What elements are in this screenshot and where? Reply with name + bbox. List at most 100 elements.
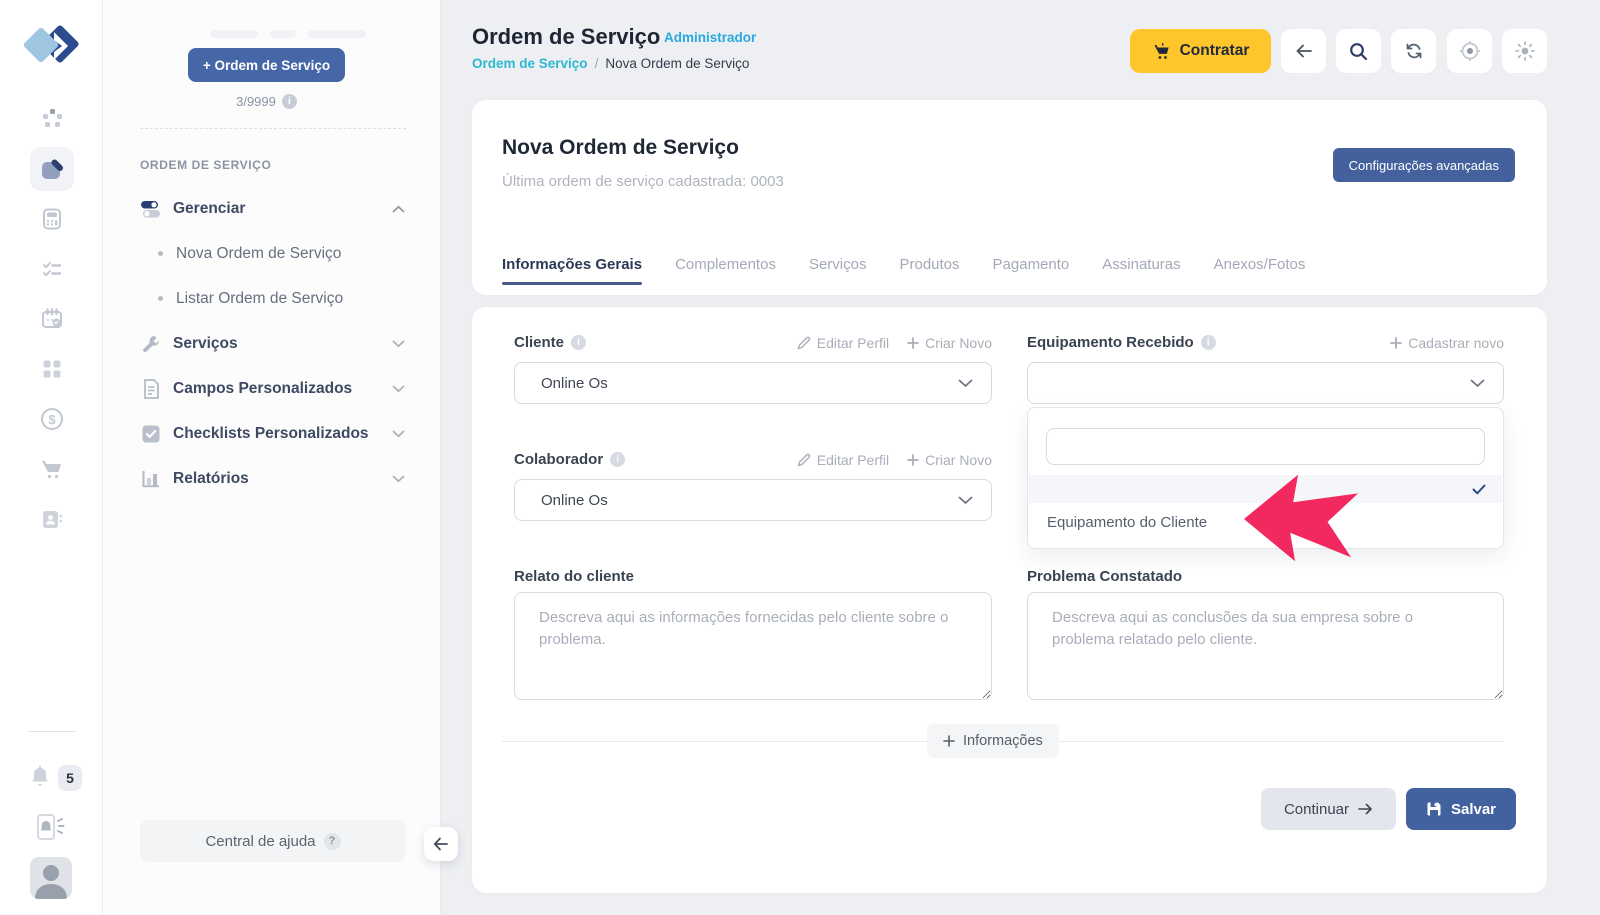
- chevron-down-icon[interactable]: [392, 425, 405, 443]
- refresh-button[interactable]: [1391, 29, 1436, 73]
- card-title: Nova Ordem de Serviço: [502, 136, 739, 160]
- info-icon[interactable]: i: [282, 94, 297, 109]
- relato-textarea[interactable]: [514, 592, 992, 700]
- colaborador-value: Online Os: [541, 492, 958, 509]
- breadcrumb: Ordem de Serviço / Nova Ordem de Serviço: [472, 56, 749, 71]
- theme-button[interactable]: [1502, 29, 1547, 73]
- more-info-button[interactable]: Informações: [927, 724, 1059, 758]
- info-icon[interactable]: i: [571, 335, 586, 350]
- rail-item-finance[interactable]: $: [30, 397, 74, 441]
- save-button[interactable]: Salvar: [1406, 788, 1516, 830]
- sidebar-item-label: Checklists Personalizados: [173, 425, 369, 443]
- sidebar-section-title: ORDEM DE SERVIÇO: [140, 158, 271, 172]
- tab-pagamento[interactable]: Pagamento: [993, 243, 1070, 285]
- rail-divider: [28, 731, 76, 732]
- breadcrumb-current: Nova Ordem de Serviço: [605, 56, 749, 71]
- sidebar-item-campos-personalizados[interactable]: Campos Personalizados: [103, 366, 441, 411]
- sidebar-item-relatorios[interactable]: Relatórios: [103, 456, 441, 501]
- order-header-card: Nova Ordem de Serviço Última ordem de se…: [472, 100, 1547, 295]
- dropdown-selected-empty-option[interactable]: [1029, 475, 1502, 503]
- tab-complementos[interactable]: Complementos: [675, 243, 776, 285]
- chevron-down-icon[interactable]: [392, 470, 405, 488]
- order-form-card: Cliente i Editar Perfil Criar Novo Onlin…: [472, 307, 1547, 893]
- rail-item-sales[interactable]: [30, 447, 74, 491]
- cliente-value: Online Os: [541, 375, 958, 392]
- chevron-up-icon[interactable]: [392, 200, 405, 218]
- rail-item-service-orders[interactable]: [30, 147, 74, 191]
- problema-label: Problema Constatado: [1027, 568, 1182, 585]
- breadcrumb-link[interactable]: Ordem de Serviço: [472, 56, 588, 71]
- rail-item-calculator[interactable]: [30, 197, 74, 241]
- cliente-create-new-link[interactable]: Criar Novo: [907, 335, 992, 351]
- faded-placeholder: [210, 30, 258, 38]
- notifications-button[interactable]: 5: [28, 765, 82, 791]
- toggles-icon: [140, 199, 162, 219]
- tab-assinaturas[interactable]: Assinaturas: [1102, 243, 1180, 285]
- relato-label: Relato do cliente: [514, 568, 634, 585]
- rail-item-checklists[interactable]: [30, 247, 74, 291]
- rail-item-apps[interactable]: [30, 347, 74, 391]
- colaborador-create-new-link[interactable]: Criar Novo: [907, 452, 992, 468]
- dropdown-option-equipamento-do-cliente[interactable]: Equipamento do Cliente: [1029, 503, 1502, 541]
- edit-pencil-icon: [797, 453, 811, 467]
- dropdown-search-input[interactable]: [1046, 428, 1485, 465]
- help-center-label: Central de ajuda: [205, 833, 315, 850]
- tab-anexos-fotos[interactable]: Anexos/Fotos: [1214, 243, 1306, 285]
- tab-produtos[interactable]: Produtos: [899, 243, 959, 285]
- plus-icon: [907, 337, 919, 349]
- tab-informacoes-gerais[interactable]: Informações Gerais: [502, 243, 642, 285]
- target-button[interactable]: [1447, 29, 1492, 73]
- plus-icon: [907, 454, 919, 466]
- rail-item-contacts[interactable]: [30, 497, 74, 541]
- sidebar-collapse-button[interactable]: [424, 827, 458, 861]
- advanced-settings-button[interactable]: Configurações avançadas: [1333, 148, 1515, 182]
- sidebar-item-gerenciar[interactable]: Gerenciar: [103, 186, 441, 231]
- chevron-down-icon: [958, 496, 973, 505]
- cliente-select[interactable]: Online Os: [514, 362, 992, 404]
- problema-textarea[interactable]: [1027, 592, 1504, 700]
- equipamento-select[interactable]: [1027, 362, 1504, 404]
- info-icon[interactable]: i: [610, 452, 625, 467]
- role-badge: Administrador: [664, 30, 756, 45]
- chevron-down-icon[interactable]: [392, 380, 405, 398]
- cliente-edit-profile-link[interactable]: Editar Perfil: [797, 335, 889, 351]
- sidebar-item-nova-ordem[interactable]: Nova Ordem de Serviço: [103, 231, 441, 276]
- chevron-down-icon[interactable]: [392, 335, 405, 353]
- back-button[interactable]: [1281, 29, 1326, 73]
- card-subtitle: Última ordem de serviço cadastrada: 0003: [502, 173, 784, 190]
- save-floppy-icon: [1426, 801, 1442, 817]
- icon-rail: $ 5: [0, 0, 103, 915]
- sidebar-item-listar-ordem[interactable]: Listar Ordem de Serviço: [103, 276, 441, 321]
- collapse-arrow-icon: [433, 837, 449, 851]
- rail-item-dashboard[interactable]: [30, 97, 74, 141]
- push-notification-button[interactable]: [34, 813, 68, 846]
- help-center-button[interactable]: Central de ajuda ?: [140, 820, 406, 862]
- chevron-down-icon: [958, 379, 973, 388]
- rail-item-schedule[interactable]: [30, 297, 74, 341]
- colaborador-label: Colaborador i: [514, 451, 625, 468]
- sidebar-item-label: Listar Ordem de Serviço: [176, 290, 343, 308]
- sidebar-item-checklists-personalizados[interactable]: Checklists Personalizados: [103, 411, 441, 456]
- bar-chart-icon: [140, 469, 162, 489]
- faded-placeholder: [270, 30, 296, 38]
- faded-placeholder: [308, 30, 366, 38]
- colaborador-select[interactable]: Online Os: [514, 479, 992, 521]
- new-service-order-button[interactable]: + Ordem de Serviço: [188, 48, 345, 82]
- equipamento-create-new-link[interactable]: Cadastrar novo: [1390, 335, 1504, 351]
- contratar-button[interactable]: Contratar: [1130, 29, 1271, 73]
- edit-pencil-icon: [797, 336, 811, 350]
- plus-icon: [943, 735, 955, 747]
- app-logo[interactable]: [24, 24, 80, 76]
- colaborador-edit-profile-link[interactable]: Editar Perfil: [797, 452, 889, 468]
- user-avatar[interactable]: [30, 857, 72, 899]
- target-icon: [1459, 40, 1481, 62]
- quota-count: 3/9999: [236, 94, 276, 109]
- arrow-right-icon: [1358, 803, 1373, 815]
- search-button[interactable]: [1336, 29, 1381, 73]
- sidebar-item-servicos[interactable]: Serviços: [103, 321, 441, 366]
- brightness-icon: [1515, 41, 1535, 61]
- continue-button[interactable]: Continuar: [1261, 788, 1396, 830]
- tab-servicos[interactable]: Serviços: [809, 243, 867, 285]
- sidebar-item-label: Campos Personalizados: [173, 380, 352, 398]
- info-icon[interactable]: i: [1201, 335, 1216, 350]
